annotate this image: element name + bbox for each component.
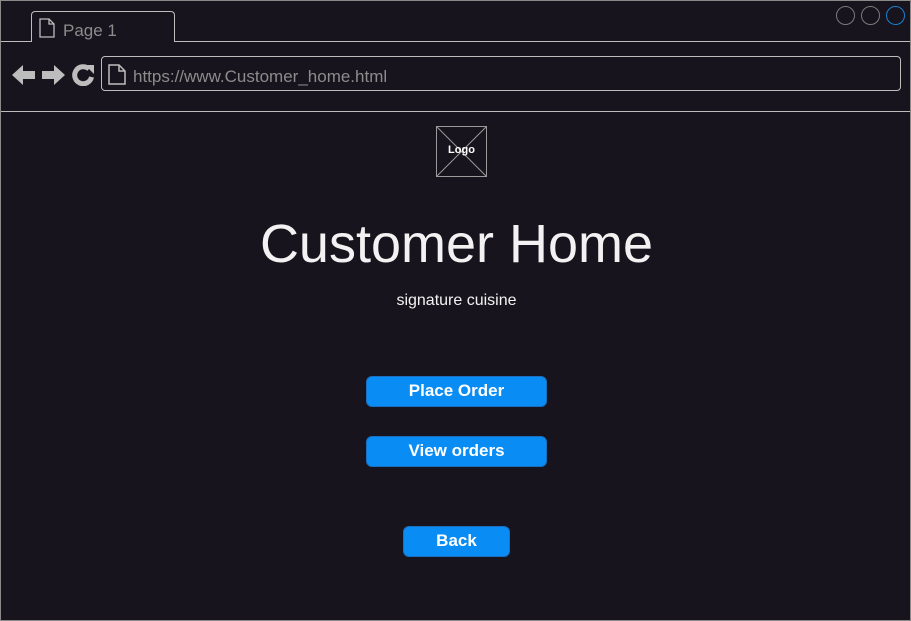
- address-url: https://www.Customer_home.html: [133, 67, 388, 86]
- view-orders-button[interactable]: View orders: [366, 436, 547, 467]
- logo: Logo: [436, 126, 487, 177]
- logo-label: Logo: [448, 144, 475, 156]
- arrow-left-icon[interactable]: [12, 64, 36, 91]
- tab-page-1[interactable]: Page 1: [31, 11, 175, 41]
- page-icon: [108, 64, 126, 90]
- back-button[interactable]: Back: [403, 526, 510, 557]
- page-subtitle: signature cuisine: [396, 292, 517, 309]
- page-title: Customer Home: [259, 214, 654, 274]
- browser-window: Page 1 https://www.Customer_home.html Lo…: [0, 0, 911, 621]
- arrow-right-icon[interactable]: [41, 64, 65, 91]
- reload-icon[interactable]: [72, 64, 95, 91]
- place-order-button[interactable]: Place Order: [366, 376, 547, 407]
- address-bar[interactable]: https://www.Customer_home.html: [101, 56, 901, 91]
- toolbar-divider: [1, 111, 910, 112]
- window-control-icon[interactable]: [861, 6, 880, 25]
- window-control-icon[interactable]: [836, 6, 855, 25]
- page-icon: [39, 18, 55, 43]
- window-control-icon[interactable]: [886, 6, 905, 25]
- tab-label: Page 1: [63, 21, 117, 40]
